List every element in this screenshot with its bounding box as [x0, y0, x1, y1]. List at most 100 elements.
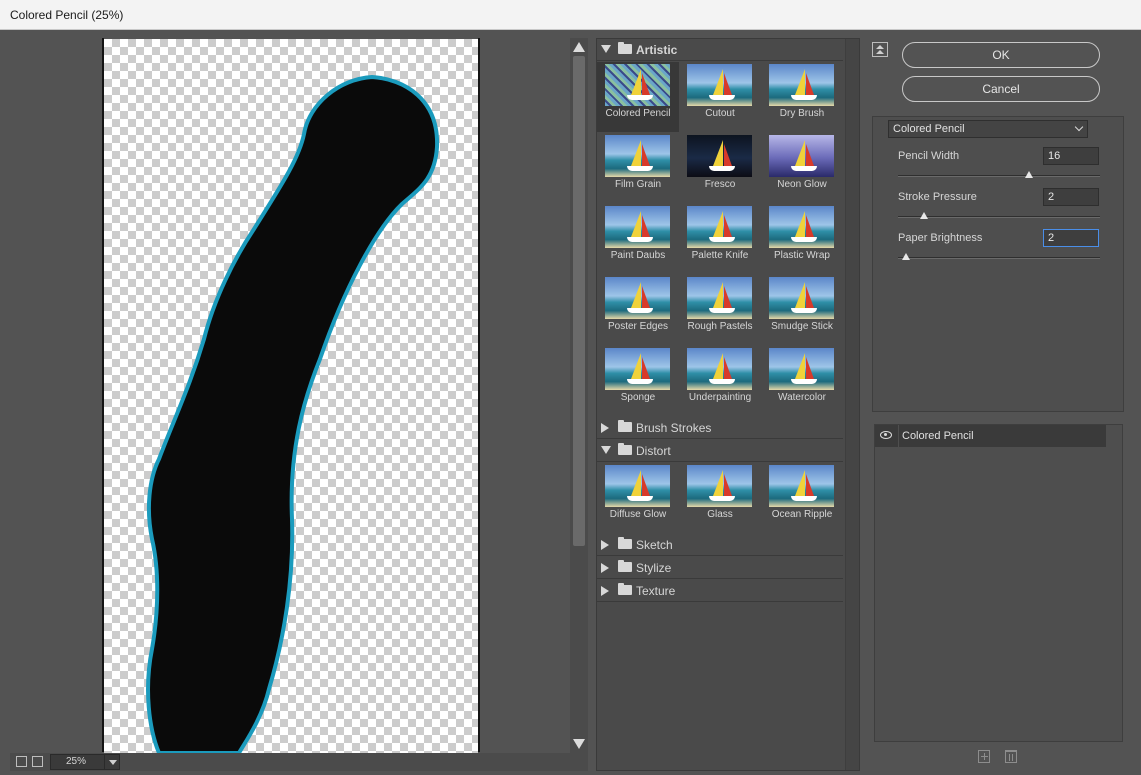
- category-stylize[interactable]: Stylize: [597, 557, 843, 579]
- boat-hull: [709, 166, 735, 171]
- preview-area[interactable]: [10, 38, 588, 753]
- folder-icon: [618, 560, 632, 572]
- scroll-up-icon[interactable]: [573, 42, 585, 52]
- filter-label: Cutout: [705, 108, 735, 119]
- pencil-width-knob[interactable]: [1025, 171, 1034, 178]
- gallery-scrollbar[interactable]: [845, 39, 859, 770]
- filter-label: Plastic Wrap: [774, 250, 830, 261]
- filter-thumb-sponge[interactable]: Sponge: [597, 346, 679, 416]
- title-bar: Colored Pencil (25%): [0, 0, 1141, 30]
- cancel-button[interactable]: Cancel: [902, 76, 1100, 102]
- filter-thumb-diffuse-glow[interactable]: Diffuse Glow: [597, 463, 679, 533]
- filter-thumb-underpainting[interactable]: Underpainting: [679, 346, 761, 416]
- paper-brightness-slider[interactable]: [898, 257, 1100, 259]
- boat-sail: [631, 69, 641, 95]
- filter-label: Dry Brush: [779, 108, 825, 119]
- filter-preview-image: [769, 348, 834, 390]
- effect-layers-panel: [874, 424, 1123, 742]
- zoom-in-button[interactable]: [32, 756, 43, 767]
- filter-thumb-film-grain[interactable]: Film Grain: [597, 133, 679, 203]
- category-brush-strokes[interactable]: Brush Strokes: [597, 417, 843, 439]
- filter-thumb-paint-daubs[interactable]: Paint Daubs: [597, 204, 679, 274]
- preview-shape: [146, 74, 440, 753]
- triangle-right-icon[interactable]: [601, 540, 609, 550]
- stroke-pressure-input[interactable]: 2: [1043, 188, 1099, 206]
- boat-sail: [631, 470, 641, 496]
- filter-label: Neon Glow: [777, 179, 827, 190]
- boat-sail2: [642, 286, 650, 308]
- paper-brightness-knob[interactable]: [902, 253, 911, 260]
- boat-sail: [795, 282, 805, 308]
- filter-thumb-watercolor[interactable]: Watercolor: [761, 346, 843, 416]
- filter-select[interactable]: Colored Pencil: [888, 120, 1088, 138]
- zoom-out-button[interactable]: [16, 756, 27, 767]
- filter-thumb-rough-pastels[interactable]: Rough Pastels: [679, 275, 761, 345]
- boat-sail: [713, 69, 723, 95]
- filter-thumb-poster-edges[interactable]: Poster Edges: [597, 275, 679, 345]
- zoom-dropdown-icon[interactable]: [104, 754, 120, 770]
- boat-sail2: [724, 215, 732, 237]
- filter-thumb-neon-glow[interactable]: Neon Glow: [761, 133, 843, 203]
- category-artistic[interactable]: Artistic: [597, 39, 843, 61]
- pencil-width-slider[interactable]: [898, 175, 1100, 177]
- new-effect-layer-icon[interactable]: [978, 750, 990, 763]
- filter-preview-image: [687, 277, 752, 319]
- scroll-down-icon[interactable]: [573, 739, 585, 749]
- filter-thumb-dry-brush[interactable]: Dry Brush: [761, 62, 843, 132]
- folder-icon: [618, 42, 632, 54]
- category-texture[interactable]: Texture: [597, 580, 843, 602]
- category-label: Stylize: [636, 561, 672, 575]
- paper-brightness-input[interactable]: 2: [1043, 229, 1099, 247]
- filter-thumb-colored-pencil[interactable]: Colored Pencil: [597, 62, 679, 132]
- preview-canvas: [104, 39, 478, 753]
- boat-sail: [631, 353, 641, 379]
- stroke-pressure-slider[interactable]: [898, 216, 1100, 218]
- filter-preview-image: [769, 64, 834, 106]
- ok-button[interactable]: OK: [902, 42, 1100, 68]
- boat-sail2: [724, 474, 732, 496]
- canvas-left-edge: [102, 38, 104, 752]
- filter-thumb-plastic-wrap[interactable]: Plastic Wrap: [761, 204, 843, 274]
- scroll-thumb[interactable]: [573, 56, 585, 546]
- boat-hull: [791, 95, 817, 100]
- trash-icon[interactable]: [1005, 750, 1017, 763]
- stroke-pressure-label: Stroke Pressure: [898, 191, 977, 203]
- category-label: Brush Strokes: [636, 421, 712, 435]
- filter-thumb-ocean-ripple[interactable]: Ocean Ripple: [761, 463, 843, 533]
- window-title: Colored Pencil (25%): [10, 8, 124, 22]
- boat-sail2: [642, 357, 650, 379]
- filter-thumb-fresco[interactable]: Fresco: [679, 133, 761, 203]
- filter-label: Poster Edges: [607, 321, 669, 332]
- category-sketch[interactable]: Sketch: [597, 534, 843, 556]
- boat-hull: [627, 95, 653, 100]
- filter-label: Smudge Stick: [771, 321, 833, 332]
- boat-hull: [709, 308, 735, 313]
- triangle-down-icon[interactable]: [601, 446, 611, 454]
- boat-sail2: [724, 357, 732, 379]
- preview-scrollbar[interactable]: [570, 38, 588, 753]
- triangle-down-icon[interactable]: [601, 45, 611, 53]
- boat-sail: [795, 69, 805, 95]
- boat-sail2: [806, 73, 814, 95]
- boat-hull: [627, 308, 653, 313]
- triangle-right-icon[interactable]: [601, 423, 609, 433]
- boat-hull: [791, 496, 817, 501]
- triangle-right-icon[interactable]: [601, 586, 609, 596]
- stroke-pressure-knob[interactable]: [920, 212, 929, 219]
- filter-thumb-cutout[interactable]: Cutout: [679, 62, 761, 132]
- category-distort[interactable]: Distort: [597, 440, 843, 462]
- collapse-gallery-icon[interactable]: [872, 42, 888, 57]
- filter-thumb-palette-knife[interactable]: Palette Knife: [679, 204, 761, 274]
- filter-thumb-glass[interactable]: Glass: [679, 463, 761, 533]
- eye-icon[interactable]: [880, 431, 892, 439]
- paper-brightness-label: Paper Brightness: [898, 232, 983, 244]
- triangle-right-icon[interactable]: [601, 563, 609, 573]
- boat-sail: [795, 470, 805, 496]
- boat-hull: [627, 379, 653, 384]
- boat-sail: [795, 211, 805, 237]
- chevron-down-icon: [1074, 122, 1084, 132]
- pencil-width-input[interactable]: 16: [1043, 147, 1099, 165]
- boat-sail2: [806, 144, 814, 166]
- boat-sail2: [642, 144, 650, 166]
- filter-thumb-smudge-stick[interactable]: Smudge Stick: [761, 275, 843, 345]
